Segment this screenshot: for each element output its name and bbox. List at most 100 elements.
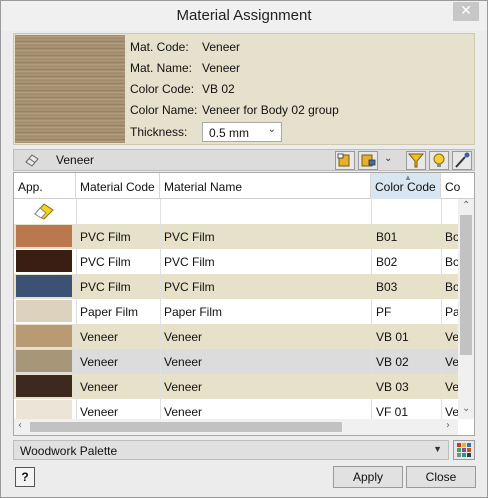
color-code-label: Color Code:	[130, 82, 195, 96]
material-name-cell: PVC Film	[164, 230, 215, 244]
horizontal-scroll-thumb[interactable]	[30, 422, 342, 432]
color-swatch	[16, 275, 72, 297]
color-code-cell: VB 03	[376, 380, 409, 394]
column-divider	[371, 199, 372, 419]
mat-name-value: Veneer	[202, 61, 241, 75]
material-code-cell: Veneer	[80, 380, 119, 394]
material-code-cell: PVC Film	[80, 280, 131, 294]
material-code-cell: Veneer	[80, 405, 119, 419]
table-row[interactable]: PVC Film PVC Film B01 Bo	[14, 224, 459, 249]
thickness-value: 0.5 mm	[209, 126, 250, 140]
chevron-down-icon[interactable]: ⌄	[384, 153, 392, 164]
material-table: App. Material Code Material Name Color C…	[13, 172, 475, 436]
color-code-cell: B02	[376, 255, 398, 269]
assign-material-alt-button[interactable]	[358, 151, 378, 170]
mat-name-label: Mat. Name:	[130, 61, 193, 75]
apply-button[interactable]: Apply	[333, 466, 403, 488]
color-code-cell: PF	[376, 305, 392, 319]
filter-label: Veneer	[56, 153, 95, 167]
color-swatch	[16, 325, 72, 347]
material-name-cell: Paper Film	[164, 305, 223, 319]
color-swatch	[16, 300, 72, 322]
table-row[interactable]: Veneer Veneer VB 03 Ve	[14, 374, 459, 399]
sort-ascending-icon: ▲	[404, 173, 412, 182]
column-divider	[76, 199, 77, 419]
highlight-button[interactable]	[429, 151, 449, 170]
material-code-cell: Veneer	[80, 330, 119, 344]
column-header-material-code[interactable]: Material Code	[76, 173, 160, 199]
scroll-left-icon[interactable]: ‹	[18, 420, 22, 431]
material-name-cell: Veneer	[164, 380, 203, 394]
eraser-icon	[34, 203, 54, 220]
color-name-cell: Bo	[445, 230, 459, 244]
color-name-value: Veneer for Body 02 group	[202, 103, 339, 117]
thickness-label: Thickness:	[130, 125, 188, 139]
chevron-down-icon: ▼	[433, 444, 442, 454]
filter-toolbar: Veneer ⌄	[13, 149, 475, 171]
help-button[interactable]: ?	[15, 467, 35, 487]
pick-material-button[interactable]	[452, 151, 472, 170]
table-row[interactable]	[14, 199, 458, 224]
thickness-select[interactable]: 0.5 mm ⌄	[202, 122, 282, 142]
material-name-cell: Veneer	[164, 330, 203, 344]
vertical-scroll-thumb[interactable]	[460, 215, 472, 355]
column-header-color-name[interactable]: Co	[441, 173, 474, 199]
color-name-cell: Ve	[445, 380, 459, 394]
palette-grid-button[interactable]	[453, 440, 475, 460]
palette-value: Woodwork Palette	[20, 444, 118, 458]
material-code-cell: Veneer	[80, 355, 119, 369]
scroll-up-icon[interactable]: ⌃	[462, 200, 470, 211]
column-header-app[interactable]: App.	[14, 173, 76, 199]
window-title: Material Assignment	[176, 7, 312, 24]
material-name-cell: PVC Film	[164, 255, 215, 269]
column-divider	[160, 199, 161, 419]
material-assignment-dialog: Material Assignment ✕ Mat. Code: Veneer …	[0, 0, 488, 498]
color-name-cell: Bo	[445, 255, 459, 269]
column-divider	[441, 199, 442, 419]
eyedropper-icon	[455, 152, 470, 168]
color-code-cell: VF 01	[376, 405, 409, 419]
vertical-scrollbar[interactable]: ⌃ ⌄	[458, 199, 474, 419]
eraser-icon[interactable]	[24, 153, 40, 167]
table-row[interactable]: PVC Film PVC Film B02 Bo	[14, 249, 459, 274]
color-name-cell: Bo	[445, 280, 459, 294]
material-preview-swatch	[15, 35, 125, 143]
table-header: App. Material Code Material Name Color C…	[14, 173, 474, 199]
column-header-material-name[interactable]: Material Name	[160, 173, 371, 199]
material-code-cell: Paper Film	[80, 305, 139, 319]
filter-icon	[407, 153, 425, 168]
close-button[interactable]: Close	[406, 466, 476, 488]
assign-alt-icon	[361, 154, 376, 167]
color-swatch	[16, 375, 72, 397]
color-swatch	[16, 250, 72, 272]
close-window-button[interactable]: ✕	[453, 2, 479, 21]
filter-button[interactable]	[406, 151, 426, 170]
horizontal-scrollbar[interactable]: ‹ ›	[14, 419, 458, 435]
color-grid-icon	[457, 443, 471, 457]
color-name-label: Color Name:	[130, 103, 198, 117]
material-name-cell: Veneer	[164, 355, 203, 369]
table-row[interactable]: Veneer Veneer VB 02 Ve	[14, 349, 459, 374]
material-info-panel: Mat. Code: Veneer Mat. Name: Veneer Colo…	[13, 33, 475, 145]
mat-code-label: Mat. Code:	[130, 40, 189, 54]
palette-select[interactable]: Woodwork Palette ▼	[13, 440, 449, 460]
color-name-cell: Ve	[445, 330, 459, 344]
mat-code-value: Veneer	[202, 40, 241, 54]
color-code-cell: VB 02	[376, 355, 409, 369]
color-code-cell: B03	[376, 280, 398, 294]
chevron-down-icon: ⌄	[267, 124, 276, 135]
color-name-cell: Ve	[445, 355, 459, 369]
scroll-down-icon[interactable]: ⌄	[462, 403, 470, 414]
material-name-cell: PVC Film	[164, 280, 215, 294]
material-code-cell: PVC Film	[80, 230, 131, 244]
scroll-right-icon[interactable]: ›	[446, 420, 450, 431]
assign-icon	[337, 153, 350, 167]
color-code-value: VB 02	[202, 82, 235, 96]
title-bar: Material Assignment ✕	[1, 1, 487, 31]
bulb-icon	[433, 153, 445, 167]
color-name-cell: Pa	[445, 305, 459, 319]
table-row[interactable]: Veneer Veneer VB 01 Ve	[14, 324, 459, 349]
assign-material-button[interactable]	[335, 151, 355, 170]
table-row[interactable]: PVC Film PVC Film B03 Bo	[14, 274, 459, 299]
table-row[interactable]: Paper Film Paper Film PF Pa	[14, 299, 459, 324]
